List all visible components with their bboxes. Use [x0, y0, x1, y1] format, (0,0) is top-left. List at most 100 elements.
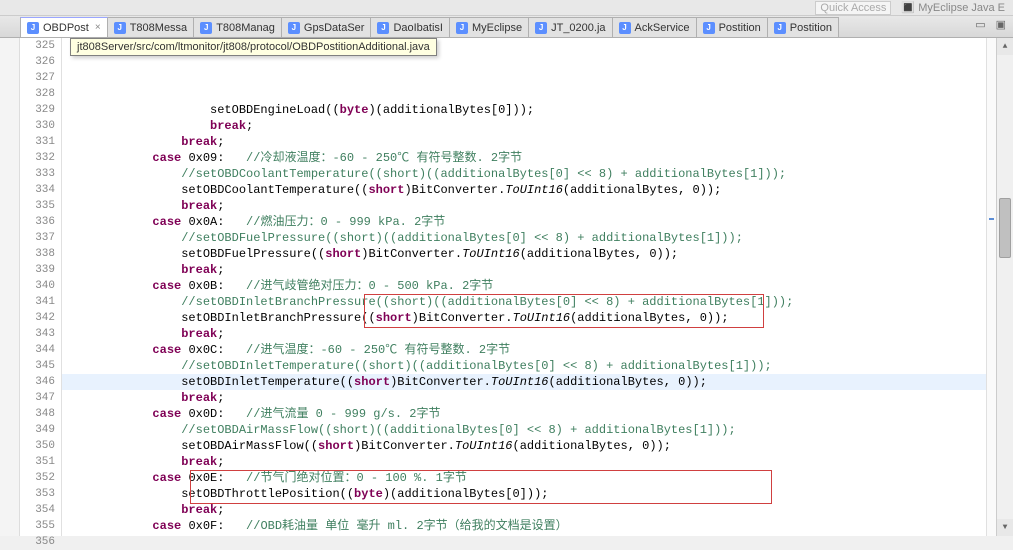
java-file-icon: J — [288, 22, 300, 34]
code-line[interactable]: break; — [62, 134, 986, 150]
editor-tab[interactable]: J T808Manag — [193, 17, 282, 37]
java-file-icon: J — [377, 22, 389, 34]
code-line[interactable]: break; — [62, 118, 986, 134]
vertical-scrollbar[interactable]: ▲ ▼ — [996, 38, 1013, 536]
tab-label: GpsDataSer — [304, 22, 365, 34]
overview-ruler[interactable] — [986, 38, 996, 536]
tab-label: T808Messa — [130, 22, 187, 34]
line-number: 347 — [20, 390, 55, 406]
line-number-ruler[interactable]: 3253263273283293303313323333343353363373… — [20, 38, 62, 536]
editor-tab[interactable]: J MyEclipse — [449, 17, 529, 37]
code-line[interactable]: setOBDInletBranchPressure((short)BitConv… — [62, 310, 986, 326]
line-number: 352 — [20, 470, 55, 486]
editor-tab[interactable]: J Postition — [696, 17, 768, 37]
scroll-up-arrow[interactable]: ▲ — [997, 38, 1013, 55]
tab-label: T808Manag — [216, 22, 275, 34]
java-file-icon: J — [703, 22, 715, 34]
scroll-thumb[interactable] — [999, 198, 1011, 258]
java-file-icon: J — [619, 22, 631, 34]
code-line[interactable]: //setOBDAirMassFlow((short)((additionalB… — [62, 422, 986, 438]
line-number: 340 — [20, 278, 55, 294]
code-line[interactable]: setOBDThrottlePosition((byte)(additional… — [62, 486, 986, 502]
line-number: 339 — [20, 262, 55, 278]
code-line[interactable]: break; — [62, 454, 986, 470]
line-number: 336 — [20, 214, 55, 230]
code-line[interactable]: break; — [62, 390, 986, 406]
tab-label: AckService — [635, 22, 690, 34]
code-line[interactable]: //setOBDFuelPressure((short)((additional… — [62, 230, 986, 246]
editor-tab[interactable]: JPostition — [767, 17, 839, 37]
code-line[interactable]: setOBDFuelPressure((short)BitConverter.T… — [62, 246, 986, 262]
java-file-icon: J — [456, 22, 468, 34]
line-number: 344 — [20, 342, 55, 358]
line-number: 345 — [20, 358, 55, 374]
line-number: 334 — [20, 182, 55, 198]
line-number: 330 — [20, 118, 55, 134]
editor-tab[interactable]: J JT_0200.ja — [528, 17, 612, 37]
code-line[interactable]: case 0x09: //冷却液温度：-60 - 250℃ 有符号整数. 2字节 — [62, 150, 986, 166]
editor-tab[interactable]: J OBDPost × — [20, 17, 108, 37]
tab-label: JT_0200.ja — [551, 22, 605, 34]
code-line[interactable]: case 0x0C: //进气温度：-60 - 250℃ 有符号整数. 2字节 — [62, 342, 986, 358]
file-path-tooltip: jt808Server/src/com/ltmonitor/jt808/prot… — [70, 38, 437, 56]
line-number: 325 — [20, 38, 55, 54]
maximize-icon[interactable]: ▣ — [993, 18, 1009, 31]
line-number: 333 — [20, 166, 55, 182]
tab-label: MyEclipse — [472, 22, 522, 34]
line-number: 328 — [20, 86, 55, 102]
perspective-label[interactable]: 🔳 MyEclipse Java E — [901, 1, 1005, 14]
tab-label: Postition — [719, 22, 761, 34]
code-line[interactable]: setOBDAirMassFlow((short)BitConverter.To… — [62, 438, 986, 454]
editor-tab[interactable]: JT808Messa — [107, 17, 194, 37]
editor-area: 3253263273283293303313323333343353363373… — [0, 38, 1013, 536]
tab-label: Postition — [790, 22, 832, 34]
code-line[interactable]: setOBDInletTemperature((short)BitConvert… — [62, 374, 986, 390]
tab-actions: ▭ ▣ — [972, 18, 1009, 31]
code-line[interactable]: //setOBDCoolantTemperature((short)((addi… — [62, 166, 986, 182]
code-line[interactable]: case 0x0D: //进气流量 0 - 999 g/s. 2字节 — [62, 406, 986, 422]
line-number: 341 — [20, 294, 55, 310]
code-line[interactable]: setOBDCoolantTemperature((short)BitConve… — [62, 182, 986, 198]
line-number: 356 — [20, 534, 55, 550]
line-number: 342 — [20, 310, 55, 326]
minimize-icon[interactable]: ▭ — [972, 18, 988, 31]
line-number: 332 — [20, 150, 55, 166]
code-line[interactable]: case 0x0B: //进气歧管绝对压力：0 - 500 kPa. 2字节 — [62, 278, 986, 294]
line-number: 338 — [20, 246, 55, 262]
scroll-down-arrow[interactable]: ▼ — [997, 519, 1013, 536]
line-number: 343 — [20, 326, 55, 342]
tab-label: OBDPost — [43, 22, 89, 34]
line-number: 350 — [20, 438, 55, 454]
tab-label: DaoIbatisI — [393, 22, 443, 34]
java-file-icon: J — [27, 22, 39, 34]
code-line[interactable]: setOBDEngineLoad((byte)(additionalBytes[… — [62, 102, 986, 118]
code-editor[interactable]: setOBDEngineLoad((byte)(additionalBytes[… — [62, 38, 986, 536]
code-line[interactable]: //setOBDInletBranchPressure((short)((add… — [62, 294, 986, 310]
editor-tab[interactable]: J DaoIbatisI — [370, 17, 450, 37]
code-line[interactable]: break; — [62, 502, 986, 518]
code-line[interactable]: break; — [62, 326, 986, 342]
line-number: 353 — [20, 486, 55, 502]
editor-tab[interactable]: J GpsDataSer — [281, 17, 372, 37]
line-number: 351 — [20, 454, 55, 470]
line-number: 355 — [20, 518, 55, 534]
editor-tab[interactable]: J AckService — [612, 17, 697, 37]
code-line[interactable]: case 0x0F: //OBD耗油量 单位 毫升 ml. 2字节（给我的文档是… — [62, 518, 986, 534]
code-line[interactable]: break; — [62, 262, 986, 278]
folding-gutter[interactable] — [0, 38, 20, 536]
line-number: 354 — [20, 502, 55, 518]
editor-tabs: JOBDPost×JT808MessaJT808ManagJGpsDataSer… — [0, 16, 1013, 38]
java-file-icon: J — [535, 22, 547, 34]
top-toolbar: Quick Access 🔳 MyEclipse Java E — [0, 0, 1013, 16]
line-number: 349 — [20, 422, 55, 438]
line-number: 335 — [20, 198, 55, 214]
code-line[interactable]: break; — [62, 198, 986, 214]
code-line[interactable]: case 0x0A: //燃油压力：0 - 999 kPa. 2字节 — [62, 214, 986, 230]
line-number: 346 — [20, 374, 55, 390]
code-line[interactable]: //setOBDInletTemperature((short)((additi… — [62, 358, 986, 374]
close-icon[interactable]: × — [95, 22, 101, 33]
code-line[interactable]: case 0x0E: //节气门绝对位置：0 - 100 %. 1字节 — [62, 470, 986, 486]
line-number: 348 — [20, 406, 55, 422]
java-file-icon: J — [200, 22, 212, 34]
quick-access-box[interactable]: Quick Access — [815, 1, 891, 15]
